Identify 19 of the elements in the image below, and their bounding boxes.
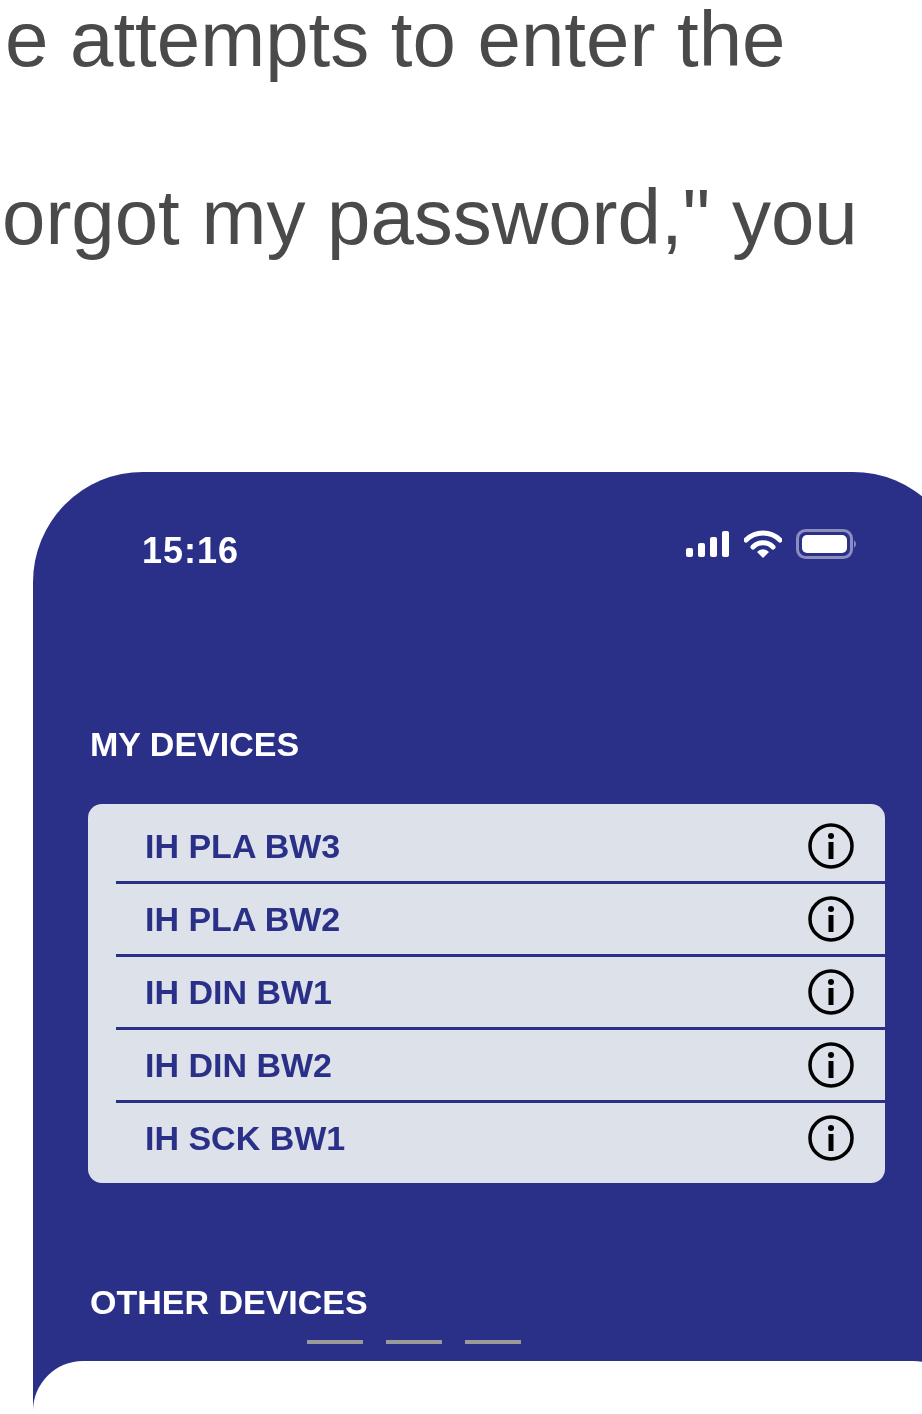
info-icon[interactable] — [807, 822, 855, 870]
wifi-icon — [744, 530, 782, 558]
device-row[interactable]: IH DIN BW2 — [116, 1027, 885, 1100]
battery-icon — [796, 529, 858, 559]
device-row[interactable]: IH SCK BW1 — [116, 1100, 885, 1173]
section-title: OTHER DEVICES — [90, 1283, 368, 1322]
info-icon[interactable] — [807, 895, 855, 943]
info-icon[interactable] — [807, 1114, 855, 1162]
section-title: MY DEVICES — [90, 725, 300, 764]
info-icon[interactable] — [807, 1041, 855, 1089]
signal-icon — [686, 531, 730, 557]
info-icon[interactable] — [807, 968, 855, 1016]
sheet-edge-mark — [386, 1340, 442, 1344]
device-row[interactable]: IH PLA BW3 — [116, 811, 885, 881]
sheet-edge-mark — [307, 1340, 363, 1344]
sheet-edge-mark — [465, 1340, 521, 1344]
device-row[interactable]: IH PLA BW2 — [116, 881, 885, 954]
status-time: 15:16 — [142, 530, 240, 572]
device-row[interactable]: IH DIN BW1 — [116, 954, 885, 1027]
